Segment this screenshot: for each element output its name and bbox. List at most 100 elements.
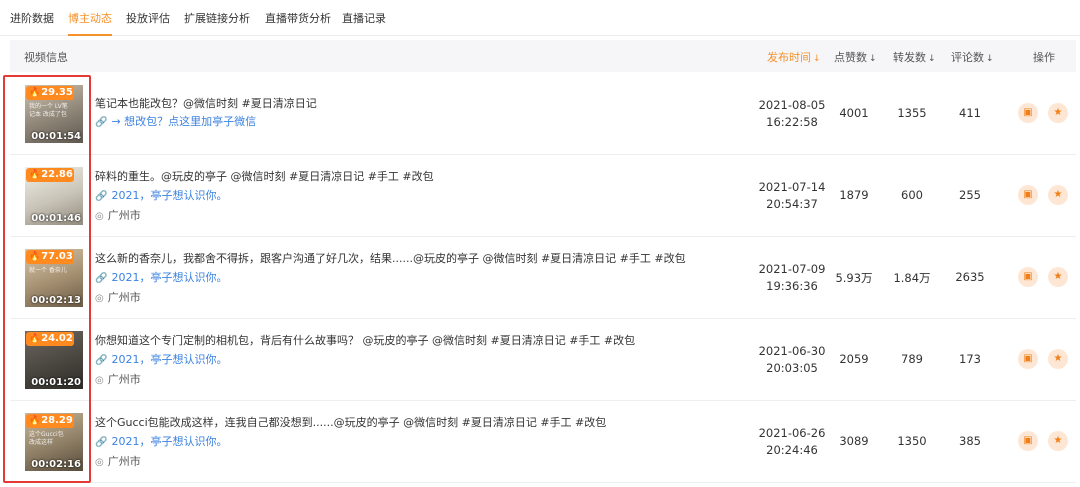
location: ◎ 广州市: [95, 373, 141, 386]
video-duration: 00:01:46: [31, 213, 81, 224]
likes-count: 1879: [839, 188, 869, 202]
tab-placement-eval[interactable]: 投放评估: [126, 10, 170, 26]
video-duration: 00:01:20: [31, 377, 81, 388]
video-play-button[interactable]: ▣: [1018, 349, 1038, 369]
star-icon: ★: [1053, 107, 1063, 118]
shares-count: 1350: [897, 434, 927, 448]
video-duration: 00:01:54: [31, 131, 81, 142]
comments-count: 385: [959, 434, 981, 448]
favorite-button[interactable]: ★: [1048, 349, 1068, 369]
column-comments[interactable]: 评论数 ↓: [951, 49, 994, 65]
video-icon: ▣: [1023, 107, 1033, 118]
flame-icon: 🔥: [29, 334, 41, 344]
nav-tabs: 进阶数据 博主动态 投放评估 扩展链接分析 直播带货分析 直播记录: [0, 0, 1080, 36]
location: ◎ 广州市: [95, 291, 141, 304]
sort-arrow-icon: ↓: [869, 54, 877, 64]
flame-icon: 🔥: [29, 170, 41, 180]
video-link[interactable]: 🔗 2021，亭子想认识你。: [95, 433, 227, 449]
heat-badge: 🔥28.29: [26, 414, 74, 428]
video-link[interactable]: 🔗 2021，亭子想认识你。: [95, 187, 227, 203]
likes-count: 4001: [839, 106, 869, 120]
tab-live-records[interactable]: 直播记录: [342, 10, 386, 26]
video-play-button[interactable]: ▣: [1018, 431, 1038, 451]
favorite-button[interactable]: ★: [1048, 431, 1068, 451]
video-link[interactable]: 🔗 2021，亭子想认识你。: [95, 269, 227, 285]
thumbnail-caption: 我的一个 LV笔记本 改成了包: [29, 103, 68, 118]
publish-datetime: 2021-07-14 20:54:37: [758, 180, 826, 211]
comments-count: 2635: [955, 270, 985, 284]
flame-icon: 🔥: [29, 88, 41, 98]
video-title: 这个Gucci包能改成这样，连我自己都没想到......@玩皮的亭子 @微信时刻…: [95, 416, 607, 429]
likes-count: 5.93万: [835, 271, 873, 285]
heat-badge: 🔥29.35: [26, 86, 74, 100]
column-publish-time[interactable]: 发布时间 ↓: [767, 49, 821, 65]
likes-count: 3089: [839, 434, 869, 448]
video-link[interactable]: 🔗 → 想改包？点这里加亭子微信: [95, 113, 256, 129]
location: ◎ 广州市: [95, 209, 141, 222]
favorite-button[interactable]: ★: [1048, 103, 1068, 123]
publish-datetime: 2021-07-09 19:36:36: [758, 262, 826, 293]
video-icon: ▣: [1023, 353, 1033, 364]
publish-datetime: 2021-06-26 20:24:46: [758, 426, 826, 457]
comments-count: 411: [959, 106, 981, 120]
heat-badge: 🔥22.86: [26, 168, 74, 182]
link-icon: 🔗: [95, 437, 108, 448]
comments-count: 255: [959, 188, 981, 202]
table-row: 🔥22.86 00:01:46 碎料的重生。@玩皮的亭子 @微信时刻 #夏日清凉…: [10, 155, 1076, 237]
star-icon: ★: [1053, 189, 1063, 200]
shares-count: 1355: [897, 106, 927, 120]
shares-count: 1.84万: [893, 271, 931, 285]
favorite-button[interactable]: ★: [1048, 185, 1068, 205]
publish-datetime: 2021-08-05 16:22:58: [758, 98, 826, 129]
video-title: 笔记本也能改包？@微信时刻 #夏日清凉日记: [95, 97, 317, 110]
tab-blogger-activity[interactable]: 博主动态: [68, 10, 112, 36]
shares-count: 600: [901, 188, 923, 202]
tab-live-commerce-analysis[interactable]: 直播带货分析: [265, 10, 331, 26]
star-icon: ★: [1053, 435, 1063, 446]
column-action: 操作: [1033, 51, 1055, 64]
thumbnail-caption: 就一个 香奈儿: [29, 267, 67, 274]
video-thumbnail[interactable]: 🔥22.86 00:01:46: [25, 167, 83, 225]
link-icon: 🔗: [95, 273, 108, 284]
flame-icon: 🔥: [29, 252, 41, 262]
tab-advanced-data[interactable]: 进阶数据: [10, 10, 54, 26]
table-row: 🔥29.35 我的一个 LV笔记本 改成了包 00:01:54 笔记本也能改包？…: [10, 73, 1076, 155]
video-thumbnail[interactable]: 🔥28.29 这个Gucci包 改成这样 00:02:16: [25, 413, 83, 471]
video-duration: 00:02:16: [31, 459, 81, 470]
location-pin-icon: ◎: [95, 457, 104, 468]
video-play-button[interactable]: ▣: [1018, 103, 1038, 123]
tab-link-analysis[interactable]: 扩展链接分析: [184, 10, 250, 26]
video-thumbnail[interactable]: 🔥77.03 就一个 香奈儿 00:02:13: [25, 249, 83, 307]
heat-badge: 🔥24.02: [26, 332, 74, 346]
link-icon: 🔗: [95, 117, 108, 128]
video-title: 碎料的重生。@玩皮的亭子 @微信时刻 #夏日清凉日记 #手工 #改包: [95, 170, 434, 183]
location-pin-icon: ◎: [95, 211, 104, 222]
comments-count: 173: [959, 352, 981, 366]
video-link[interactable]: 🔗 2021，亭子想认识你。: [95, 351, 227, 367]
table-header: 视频信息 发布时间 ↓ 点赞数 ↓ 转发数 ↓ 评论数 ↓ 操作: [10, 40, 1076, 72]
link-icon: 🔗: [95, 191, 108, 202]
video-icon: ▣: [1023, 271, 1033, 282]
column-shares[interactable]: 转发数 ↓: [893, 49, 936, 65]
video-icon: ▣: [1023, 435, 1033, 446]
video-icon: ▣: [1023, 189, 1033, 200]
video-thumbnail[interactable]: 🔥29.35 我的一个 LV笔记本 改成了包 00:01:54: [25, 85, 83, 143]
flame-icon: 🔥: [29, 416, 41, 426]
favorite-button[interactable]: ★: [1048, 267, 1068, 287]
video-play-button[interactable]: ▣: [1018, 185, 1038, 205]
video-title: 这么新的香奈儿，我都舍不得拆，跟客户沟通了好几次，结果......@玩皮的亭子 …: [95, 252, 686, 265]
star-icon: ★: [1053, 353, 1063, 364]
video-thumbnail[interactable]: 🔥24.02 00:01:20: [25, 331, 83, 389]
location-pin-icon: ◎: [95, 375, 104, 386]
star-icon: ★: [1053, 271, 1063, 282]
video-play-button[interactable]: ▣: [1018, 267, 1038, 287]
column-video-info: 视频信息: [24, 51, 68, 64]
location: ◎ 广州市: [95, 455, 141, 468]
location-pin-icon: ◎: [95, 293, 104, 304]
column-likes[interactable]: 点赞数 ↓: [834, 49, 877, 65]
table-row: 🔥28.29 这个Gucci包 改成这样 00:02:16 这个Gucci包能改…: [10, 401, 1076, 483]
shares-count: 789: [901, 352, 923, 366]
thumbnail-caption: 这个Gucci包 改成这样: [29, 431, 64, 446]
link-icon: 🔗: [95, 355, 108, 366]
video-title: 你想知道这个专门定制的相机包，背后有什么故事吗？ @玩皮的亭子 @微信时刻 #夏…: [95, 334, 636, 347]
